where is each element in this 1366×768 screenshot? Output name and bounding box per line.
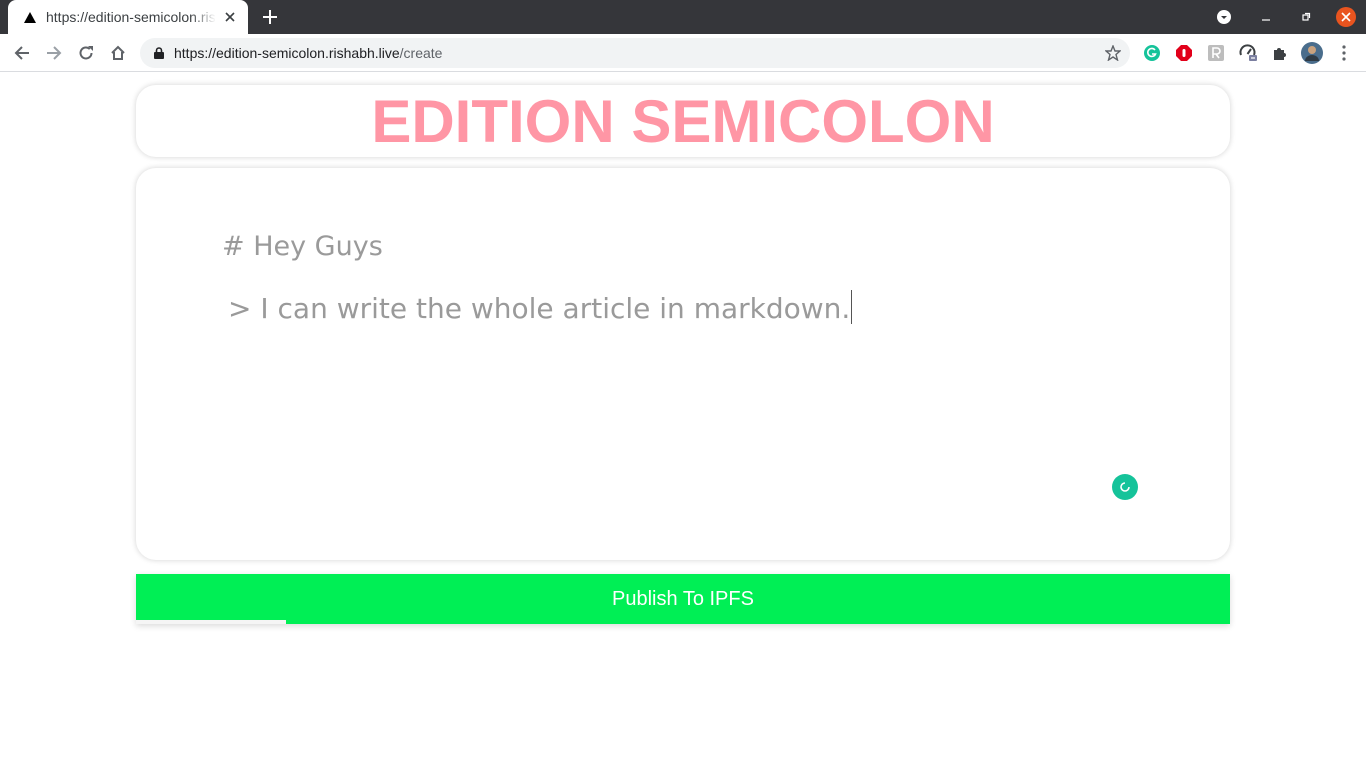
menu-kebab-icon[interactable]: [1333, 42, 1355, 64]
browser-tab[interactable]: https://edition-semicolon.rishabh.live/c…: [8, 0, 248, 34]
tab-search-icon[interactable]: [1214, 7, 1234, 27]
restore-icon[interactable]: [1286, 0, 1326, 34]
publish-button[interactable]: Publish To IPFS: [136, 574, 1230, 624]
url-host: https://edition-semicolon.rishabh.live: [174, 45, 400, 61]
tab-title: https://edition-semicolon.rishabh.live/c…: [46, 9, 216, 25]
profile-avatar[interactable]: [1301, 42, 1323, 64]
speed-extension-icon[interactable]: [1237, 42, 1259, 64]
editor-line-heading[interactable]: # Hey Guys: [222, 231, 383, 262]
publish-button-highlight: [136, 620, 286, 624]
address-bar[interactable]: https://edition-semicolon.rishabh.live/c…: [140, 38, 1130, 68]
window-controls: [1246, 0, 1366, 34]
triangle-favicon-icon: [24, 11, 36, 23]
reader-extension-icon[interactable]: [1205, 42, 1227, 64]
close-window-icon[interactable]: [1326, 0, 1366, 34]
editor-line-quote[interactable]: > I can write the whole article in markd…: [228, 290, 853, 325]
new-tab-button[interactable]: [260, 7, 280, 27]
minimize-icon[interactable]: [1246, 0, 1286, 34]
tab-strip: https://edition-semicolon.rishabh.live/c…: [0, 0, 1366, 34]
url-path: /create: [399, 45, 443, 61]
editor-line-quote-text: > I can write the whole article in markd…: [228, 292, 851, 325]
browser-toolbar: https://edition-semicolon.rishabh.live/c…: [0, 34, 1366, 72]
adblock-extension-icon[interactable]: [1173, 42, 1195, 64]
grammarly-extension-icon[interactable]: [1141, 42, 1163, 64]
puzzle-extensions-icon[interactable]: [1269, 42, 1291, 64]
forward-arrow-icon[interactable]: [40, 39, 68, 67]
text-caret: [851, 290, 853, 324]
markdown-editor[interactable]: # Hey Guys > I can write the whole artic…: [136, 168, 1230, 560]
site-title: EDITION SEMICOLON: [371, 88, 995, 155]
home-icon[interactable]: [104, 39, 132, 67]
site-header: EDITION SEMICOLON: [136, 85, 1230, 157]
bookmark-star-icon[interactable]: [1104, 44, 1122, 62]
back-arrow-icon[interactable]: [8, 39, 36, 67]
close-icon[interactable]: [222, 9, 238, 25]
lock-icon[interactable]: [152, 46, 166, 60]
grammarly-badge-icon[interactable]: [1112, 474, 1138, 500]
reload-icon[interactable]: [72, 39, 100, 67]
url-text: https://edition-semicolon.rishabh.live/c…: [174, 45, 442, 61]
